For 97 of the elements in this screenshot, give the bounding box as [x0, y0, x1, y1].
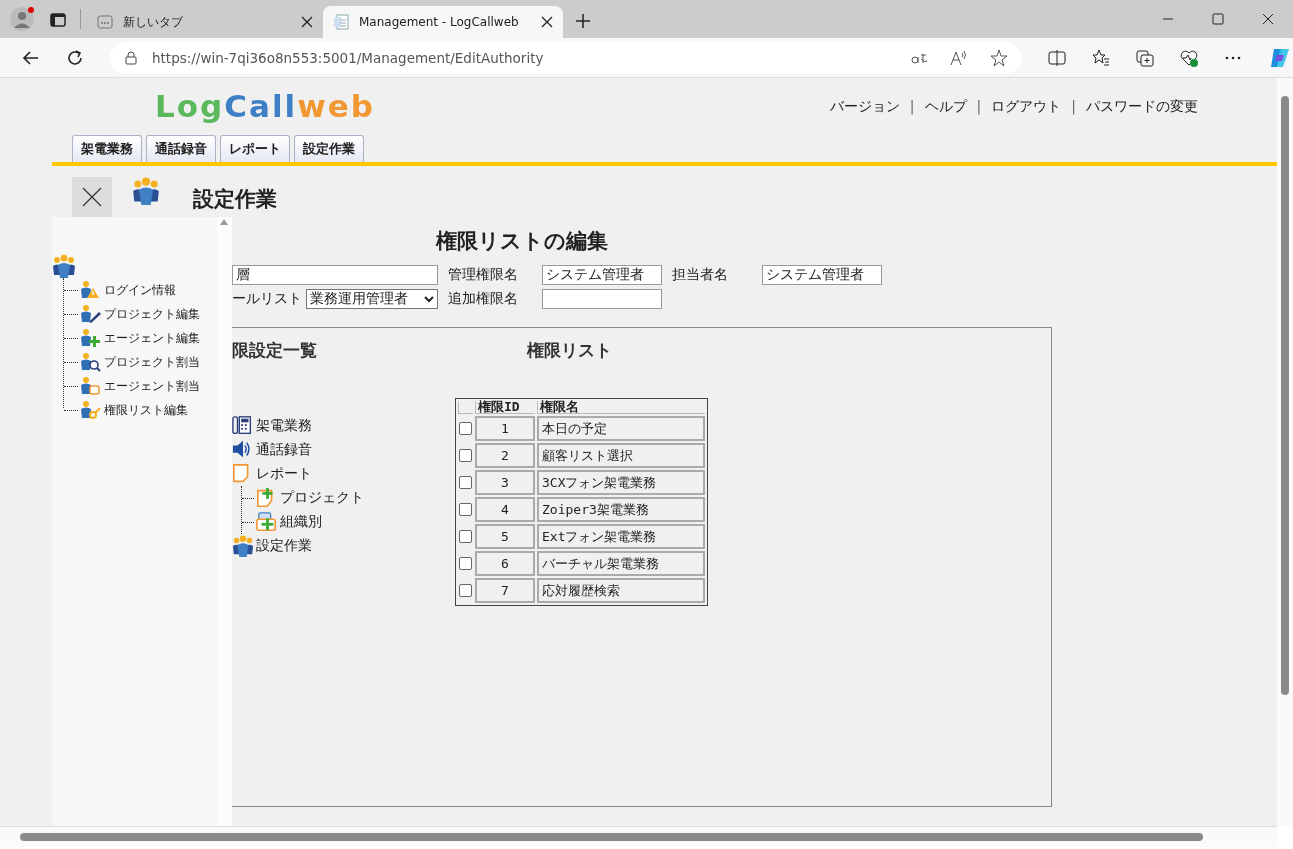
nav-tab[interactable]: 設定作業 — [294, 135, 364, 162]
separator: | — [975, 98, 983, 116]
sidebar-item[interactable]: エージェント割当 — [104, 377, 200, 395]
text-field[interactable] — [542, 289, 662, 309]
column-header: 権限ID — [475, 401, 535, 414]
table-cell: 1 — [475, 416, 535, 441]
user-key-icon — [80, 400, 102, 420]
checkbox[interactable] — [459, 530, 472, 543]
tab-actions-icon[interactable] — [50, 12, 66, 28]
text-field[interactable]: 層 — [232, 265, 438, 285]
header-link[interactable]: ヘルプ — [924, 98, 967, 116]
table-cell: 7 — [475, 578, 535, 603]
checkbox[interactable] — [459, 584, 472, 597]
collections-icon[interactable] — [1136, 48, 1154, 67]
scroll-up-icon[interactable] — [220, 219, 228, 225]
new-tab-icon[interactable] — [575, 13, 591, 29]
favorites-icon[interactable] — [1092, 48, 1110, 67]
table-cell: バーチャル架電業務 — [537, 551, 705, 576]
header-link[interactable]: ログアウト — [991, 98, 1062, 116]
sidebar-item[interactable]: プロジェクト割当 — [104, 353, 200, 371]
nav-tab[interactable]: 架電業務 — [72, 135, 142, 162]
form-title: 権限リストの編集 — [436, 228, 609, 255]
scrollbar[interactable] — [1277, 78, 1293, 826]
checkbox[interactable] — [459, 503, 472, 516]
table-cell: 5 — [475, 524, 535, 549]
separator: | — [908, 98, 916, 116]
field-label: 追加権限名 — [448, 290, 518, 308]
tree-item[interactable]: プロジェクト — [280, 489, 364, 507]
checkbox[interactable] — [459, 557, 472, 570]
back-icon[interactable] — [22, 48, 40, 67]
table-cell: 3CXフォン架電業務 — [537, 470, 705, 495]
people-icon — [232, 535, 254, 557]
close-icon[interactable] — [1261, 12, 1275, 26]
address-bar[interactable]: https://win-7qi36o8n553:5001/Management/EditAuthority — [110, 41, 1022, 74]
read-aloud-icon[interactable] — [950, 48, 968, 67]
table-cell: 3 — [475, 470, 535, 495]
nav-tab[interactable]: レポート — [220, 135, 290, 162]
caret-icon — [424, 295, 434, 303]
people-icon — [132, 177, 160, 205]
close-icon — [82, 187, 102, 207]
sidebar-item[interactable]: エージェント編集 — [104, 329, 200, 347]
section-heading: 限設定一覧 — [232, 340, 318, 362]
profile-avatar-icon[interactable] — [10, 6, 36, 32]
star-icon[interactable] — [990, 48, 1008, 67]
header-link[interactable]: バージョン — [829, 98, 900, 116]
sidebar-item[interactable]: 権限リスト編集 — [104, 401, 188, 419]
browser-tab[interactable]: 新しいタブ — [87, 6, 323, 38]
checkbox[interactable] — [459, 476, 472, 489]
tree-item[interactable]: 設定作業 — [256, 537, 312, 555]
text-field[interactable]: システム管理者 — [762, 265, 882, 285]
text-field[interactable]: システム管理者 — [542, 265, 662, 285]
column-header: 権限名 — [537, 401, 705, 414]
health-icon[interactable] — [1180, 48, 1198, 67]
table-cell: 6 — [475, 551, 535, 576]
field-label: ールリスト — [232, 290, 302, 308]
split-screen-icon[interactable] — [1048, 48, 1066, 67]
tree-item[interactable]: 通話録音 — [256, 441, 312, 459]
scrollbar[interactable] — [0, 826, 1277, 847]
reload-icon[interactable] — [66, 48, 84, 67]
sidebar-item[interactable]: プロジェクト編集 — [104, 305, 200, 323]
separator: | — [1070, 98, 1077, 116]
section-heading: 権限リスト — [527, 340, 613, 362]
role-dropdown[interactable]: 業務運用管理者 — [306, 289, 438, 309]
close-button[interactable] — [72, 177, 112, 217]
tree-item[interactable]: 架電業務 — [256, 417, 312, 435]
user-warning-icon — [80, 280, 102, 300]
user-folder-icon — [80, 376, 102, 396]
logo: LogCallweb — [155, 88, 376, 124]
tree-item[interactable]: レポート — [256, 465, 312, 483]
table-cell: 顧客リスト選択 — [537, 443, 705, 468]
page-icon — [97, 14, 113, 30]
people-icon[interactable] — [52, 254, 76, 278]
nav-tab[interactable]: 通話録音 — [146, 135, 216, 162]
field-label: 担当者名 — [672, 266, 728, 284]
tree-item[interactable]: 組織別 — [280, 513, 322, 531]
header-link[interactable]: パスワードの変更 — [1086, 98, 1198, 116]
checkbox[interactable] — [459, 449, 472, 462]
document-icon — [333, 14, 349, 30]
folder-plus-icon — [256, 511, 278, 533]
checkbox[interactable] — [459, 422, 472, 435]
browser-tab[interactable]: Management - LogCallweb — [323, 6, 563, 38]
page-title: 設定作業 — [193, 186, 277, 213]
table-cell: Zoiper3架電業務 — [537, 497, 705, 522]
field-label: 管理権限名 — [448, 266, 518, 284]
sidebar-item[interactable]: ログイン情報 — [104, 281, 176, 299]
maximize-icon[interactable] — [1211, 12, 1225, 26]
lock-icon[interactable] — [124, 50, 138, 65]
user-search-icon — [80, 352, 102, 372]
user-pencil-icon — [80, 304, 102, 324]
table-cell: 2 — [475, 443, 535, 468]
close-icon[interactable] — [541, 16, 553, 28]
user-plus-icon — [80, 328, 102, 348]
close-icon[interactable] — [301, 16, 313, 28]
table-cell: Extフォン架電業務 — [537, 524, 705, 549]
table-cell: 応対履歴検索 — [537, 578, 705, 603]
table-cell: 4 — [475, 497, 535, 522]
table-cell: 本日の予定 — [537, 416, 705, 441]
